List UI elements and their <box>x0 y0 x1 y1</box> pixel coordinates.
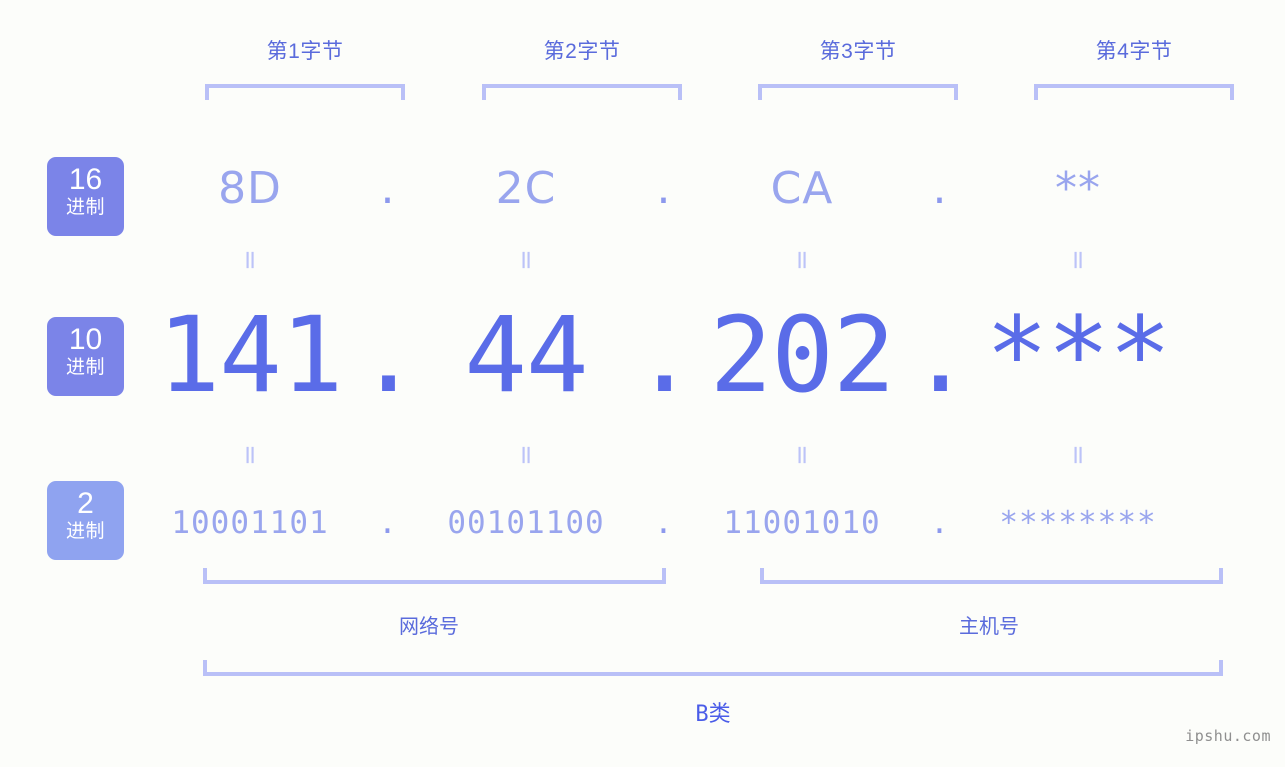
ip-address-breakdown-diagram: 第1字节 第2字节 第3字节 第4字节 16 进制 10 进制 2 进制 8D … <box>0 0 1285 767</box>
host-part-bracket <box>760 568 1223 584</box>
binary-octet-1: 10001101 <box>171 505 329 541</box>
address-class-bracket <box>203 660 1223 676</box>
equals-row-decimal-binary: = = = = <box>150 440 1270 470</box>
binary-octet-2: 00101100 <box>447 505 605 541</box>
base-badge-hex: 16 进制 <box>47 157 124 236</box>
byte-bracket-1 <box>205 84 405 100</box>
binary-separator-1: . <box>378 505 398 541</box>
equals-sign-1-1: = <box>150 245 350 275</box>
byte-header-label-1: 第1字节 <box>266 40 344 63</box>
equals-sign-1-2: = <box>426 245 626 275</box>
hex-separator-3: . <box>932 162 948 214</box>
address-class-label: B类 <box>695 702 731 727</box>
equals-sign-2-2: = <box>426 440 626 470</box>
decimal-separator-1: . <box>357 294 420 416</box>
base-badge-decimal: 10 进制 <box>47 317 124 396</box>
byte-header-label-3: 第3字节 <box>819 40 897 63</box>
base-badge-hex-number: 16 <box>68 163 103 196</box>
base-badge-decimal-suffix: 进制 <box>65 357 105 378</box>
equals-row-hex-decimal: = = = = <box>150 245 1270 275</box>
decimal-octet-3: 202 <box>709 294 896 416</box>
base-badge-binary: 2 进制 <box>47 481 124 560</box>
base-badge-binary-suffix: 进制 <box>65 521 105 542</box>
decimal-separator-2: . <box>633 294 696 416</box>
decimal-separator-3: . <box>909 294 972 416</box>
host-part-label: 主机号 <box>959 616 1019 638</box>
equals-glyph: = <box>510 249 541 271</box>
byte-header-label-4: 第4字节 <box>1095 40 1173 63</box>
site-watermark: ipshu.com <box>1185 727 1271 745</box>
hex-octet-4: ** <box>1055 162 1101 214</box>
binary-octet-3: 11001010 <box>723 505 881 541</box>
byte-bracket-4 <box>1034 84 1234 100</box>
equals-glyph: = <box>1062 444 1093 466</box>
byte-bracket-2 <box>482 84 682 100</box>
equals-glyph: = <box>786 249 817 271</box>
equals-sign-1-3: = <box>702 245 902 275</box>
equals-glyph: = <box>786 444 817 466</box>
binary-octet-4: ******** <box>999 505 1157 541</box>
equals-sign-2-4: = <box>978 440 1178 470</box>
hex-separator-2: . <box>656 162 672 214</box>
equals-glyph: = <box>234 444 265 466</box>
equals-sign-2-1: = <box>150 440 350 470</box>
hex-separator-1: . <box>380 162 396 214</box>
decimal-octet-2: 44 <box>464 294 588 416</box>
binary-separator-2: . <box>654 505 674 541</box>
network-part-bracket <box>203 568 666 584</box>
equals-sign-2-3: = <box>702 440 902 470</box>
decimal-octet-4: *** <box>985 294 1172 416</box>
hex-octet-3: CA <box>770 162 834 214</box>
base-badge-binary-number: 2 <box>77 487 94 520</box>
byte-header-label-2: 第2字节 <box>543 40 621 63</box>
binary-separator-3: . <box>930 505 950 541</box>
equals-glyph: = <box>1062 249 1093 271</box>
equals-glyph: = <box>234 249 265 271</box>
binary-row: 10001101 . 00101100 . 11001010 . *******… <box>150 492 1270 554</box>
base-badge-decimal-number: 10 <box>68 323 103 356</box>
byte-bracket-3 <box>758 84 958 100</box>
network-part-label: 网络号 <box>399 616 459 638</box>
hex-octet-2: 2C <box>495 162 557 214</box>
hex-row: 8D . 2C . CA . ** <box>150 150 1270 226</box>
equals-glyph: = <box>510 444 541 466</box>
decimal-row: 141 . 44 . 202 . *** <box>150 290 1270 420</box>
equals-sign-1-4: = <box>978 245 1178 275</box>
decimal-octet-1: 141 <box>157 294 344 416</box>
base-badge-hex-suffix: 进制 <box>65 197 105 218</box>
hex-octet-1: 8D <box>218 162 282 214</box>
